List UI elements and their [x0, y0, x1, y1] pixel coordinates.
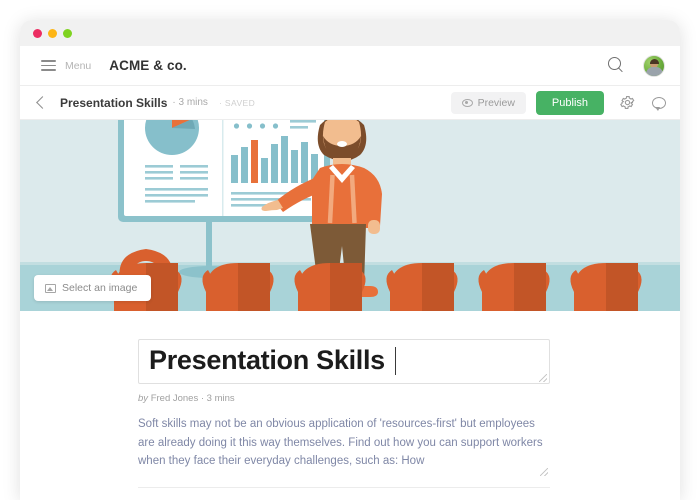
- minimize-window-button[interactable]: [48, 29, 57, 38]
- menu-label[interactable]: Menu: [65, 60, 91, 72]
- close-window-button[interactable]: [33, 29, 42, 38]
- select-image-label: Select an image: [62, 282, 137, 294]
- eye-icon: [462, 99, 473, 107]
- editor-area: Presentation Skills by Fred Jones · 3 mi…: [20, 311, 680, 500]
- text-cursor: [395, 347, 396, 375]
- brand-title: ACME & co.: [109, 58, 187, 73]
- window-titlebar: [20, 20, 680, 46]
- avatar-hair: [650, 59, 659, 64]
- maximize-window-button[interactable]: [63, 29, 72, 38]
- comment-bubble-icon[interactable]: [652, 97, 666, 109]
- preview-button-label: Preview: [478, 97, 515, 109]
- document-title: Presentation Skills: [60, 96, 167, 110]
- byline-author: Fred Jones: [151, 393, 199, 404]
- byline: by Fred Jones · 3 mins: [138, 393, 550, 404]
- title-input-value: Presentation Skills: [149, 346, 385, 375]
- status-badge: · SAVED: [219, 98, 255, 108]
- preview-button[interactable]: Preview: [451, 92, 526, 114]
- chevron-left-icon[interactable]: [36, 96, 49, 109]
- body-text-input[interactable]: Soft skills may not be an obvious applic…: [138, 415, 550, 477]
- browser-window: Menu ACME & co. Presentation Skills · 3 …: [20, 20, 680, 500]
- image-icon: [45, 284, 56, 293]
- publish-button[interactable]: Publish: [536, 91, 604, 115]
- body-resize-handle[interactable]: [540, 468, 548, 476]
- document-read-time: · 3 mins: [172, 97, 208, 108]
- hero-image[interactable]: Select an image: [20, 120, 680, 311]
- resize-handle[interactable]: [539, 374, 547, 382]
- search-icon[interactable]: [608, 57, 625, 74]
- hamburger-icon[interactable]: [41, 60, 56, 71]
- content-divider: [138, 487, 550, 488]
- gear-icon[interactable]: [620, 95, 635, 110]
- avatar-body: [646, 67, 663, 76]
- avatar[interactable]: [643, 55, 665, 77]
- document-toolbar: Presentation Skills · 3 mins · SAVED Pre…: [20, 86, 680, 120]
- app-header: Menu ACME & co.: [20, 46, 680, 86]
- byline-meta: · 3 mins: [201, 393, 235, 404]
- title-input[interactable]: Presentation Skills: [138, 339, 550, 384]
- select-image-button[interactable]: Select an image: [34, 275, 151, 301]
- body-text-value: Soft skills may not be an obvious applic…: [138, 418, 543, 467]
- editor-content: Presentation Skills by Fred Jones · 3 mi…: [138, 339, 550, 488]
- byline-prefix: by: [138, 393, 148, 404]
